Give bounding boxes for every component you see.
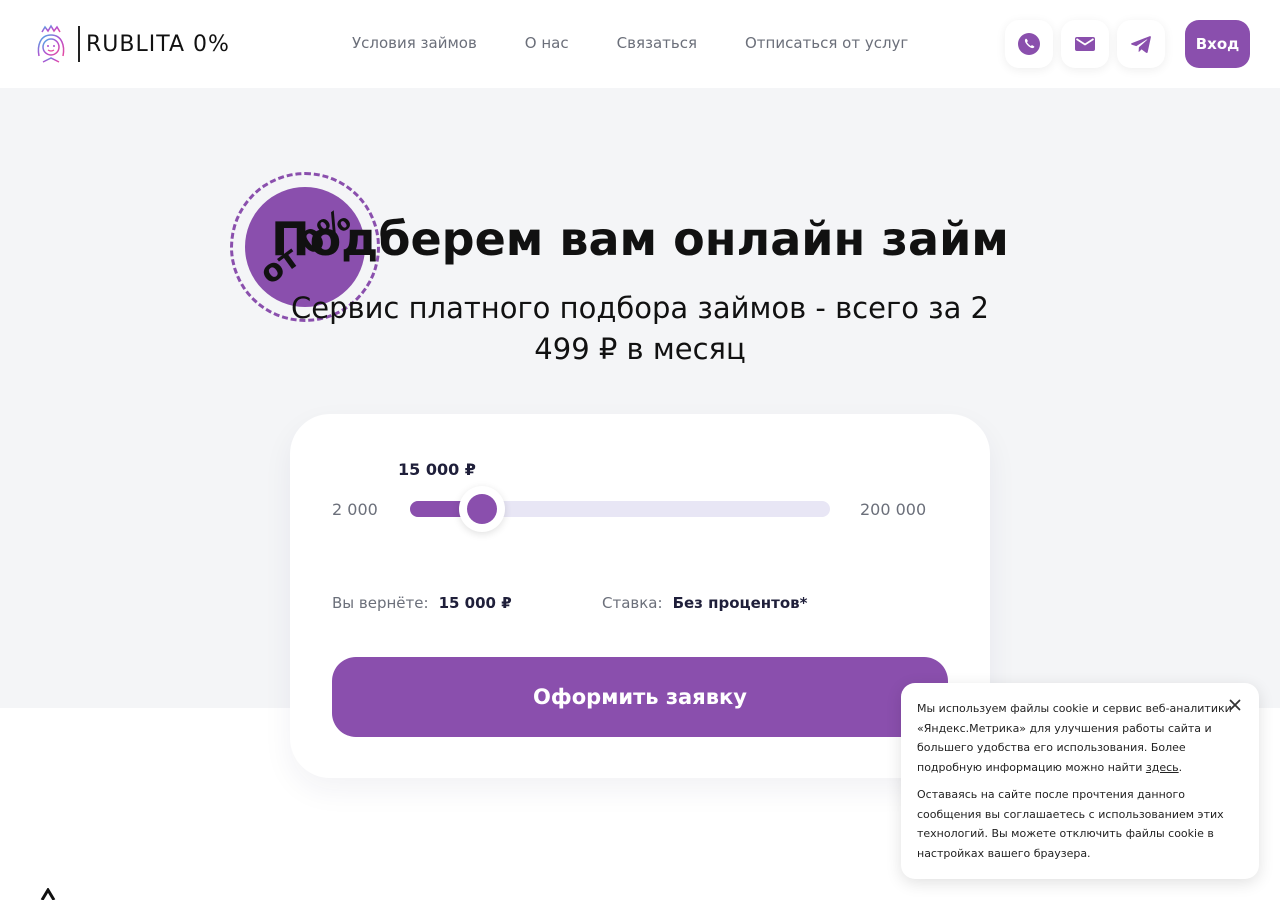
loan-calculator: 15 000 ₽ 2 000 200 000 Вы вернёте: 15 00…: [290, 414, 990, 778]
logo[interactable]: RUBLITA 0%: [34, 24, 230, 64]
phone-icon: [1018, 33, 1040, 55]
logo-girl-icon: [37, 24, 65, 63]
rate-label: Ставка:: [602, 594, 663, 612]
mail-icon: [1075, 37, 1095, 51]
rate-value: Без процентов*: [672, 594, 808, 612]
site-header: RUBLITA 0% Условия займов О нас Связатьс…: [0, 0, 1280, 88]
telegram-icon: [1131, 36, 1151, 53]
page-subtitle: Сервис платного подбора займов - всего з…: [290, 291, 990, 366]
return-value: 15 000 ₽: [438, 594, 512, 612]
nav-contact[interactable]: Связаться: [617, 34, 697, 52]
submit-application-button[interactable]: Оформить заявку: [332, 657, 948, 737]
nav-unsubscribe[interactable]: Отписаться от услуг: [745, 34, 908, 52]
cookie-consent-text: Оставаясь на сайте после прочтения данно…: [917, 788, 1224, 860]
login-button[interactable]: Вход: [1185, 20, 1250, 68]
cookie-text: Мы используем файлы cookie и сервис веб-…: [917, 699, 1237, 777]
phone-button[interactable]: [1005, 20, 1053, 68]
main-nav: Условия займов О нас Связаться Отписатьс…: [352, 34, 908, 52]
mail-button[interactable]: [1061, 20, 1109, 68]
return-label: Вы вернёте:: [332, 594, 429, 612]
cookie-details-link[interactable]: здесь: [1146, 761, 1179, 774]
logo-text: RUBLITA 0%: [86, 31, 230, 57]
nav-about[interactable]: О нас: [525, 34, 569, 52]
close-icon[interactable]: [1227, 697, 1243, 713]
interest-rate: Ставка: Без процентов*: [602, 594, 808, 612]
logo-divider: [78, 26, 80, 62]
cookie-text-main: Мы используем файлы cookie и сервис веб-…: [917, 702, 1232, 774]
page-title: Подберем вам онлайн займ: [271, 212, 1009, 266]
telegram-button[interactable]: [1117, 20, 1165, 68]
slider-min-label: 2 000: [332, 500, 378, 519]
cookie-banner: Мы используем файлы cookie и сервис веб-…: [901, 683, 1259, 879]
return-amount: Вы вернёте: 15 000 ₽: [332, 594, 512, 612]
amount-slider-thumb[interactable]: [459, 486, 506, 532]
nav-loan-terms[interactable]: Условия займов: [352, 34, 477, 52]
next-section-heading-fragment: [40, 888, 56, 900]
selected-amount: 15 000 ₽: [398, 460, 476, 479]
cookie-text-end: .: [1178, 760, 1183, 774]
slider-max-label: 200 000: [860, 500, 927, 519]
slider-thumb-dot: [467, 494, 498, 524]
